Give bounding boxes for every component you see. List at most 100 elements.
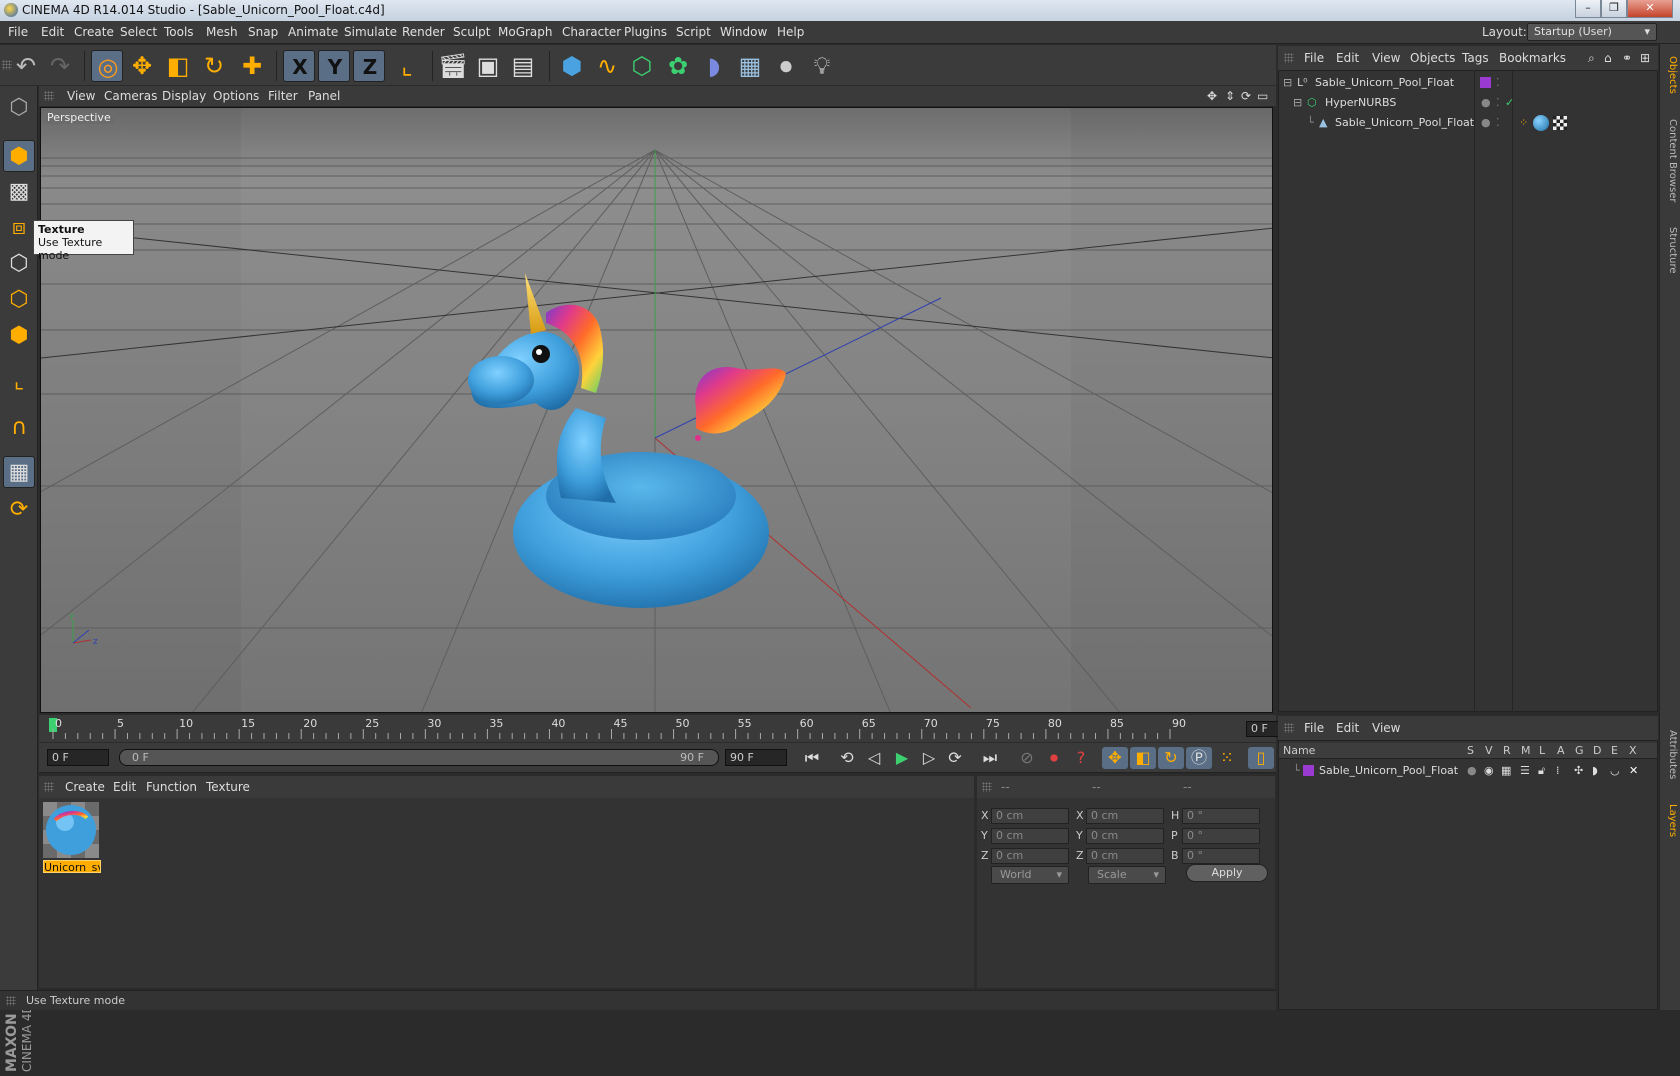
render-picture-viewer-button[interactable]: ▣ — [472, 50, 504, 82]
x-axis-lock-button[interactable]: X — [283, 50, 315, 82]
record-keys-button[interactable]: ⊘ — [1014, 747, 1040, 769]
solo-dot-icon[interactable]: ● — [1467, 764, 1477, 777]
manager-icon[interactable]: ☰ — [1520, 764, 1530, 777]
viewport-menu-display[interactable]: Display — [162, 89, 206, 103]
rotation-h-field[interactable]: 0 ° — [1182, 808, 1260, 824]
generator-icon[interactable]: ✣ — [1574, 764, 1583, 777]
render-icon[interactable]: ▦ — [1501, 764, 1511, 777]
minimize-button[interactable]: – — [1575, 0, 1601, 18]
material-menu-create[interactable]: Create — [65, 780, 105, 794]
visibility-dots-icon[interactable]: ⁚ — [1496, 116, 1500, 129]
key-rotation-button[interactable]: ↻ — [1158, 747, 1184, 769]
viewport-menu-options[interactable]: Options — [213, 89, 259, 103]
coordinate-space-dropdown[interactable]: World ▾ — [991, 866, 1069, 884]
scale-tool-button[interactable]: ◧ — [162, 50, 194, 82]
viewport-move-icon[interactable]: ✥ — [1207, 89, 1217, 103]
tree-collapse-icon[interactable]: ⊟ — [1293, 96, 1302, 109]
search-icon[interactable]: ⌕ — [1588, 51, 1595, 66]
layer-row[interactable]: └ Sable_Unicorn_Pool_Float ● ◉ ▦ ☰ 🔓︎ ⁞ … — [1279, 761, 1657, 781]
layout-dropdown[interactable]: Startup (User) ▾ — [1527, 23, 1657, 41]
go-to-start-button[interactable]: ⏮ — [799, 747, 825, 769]
menu-mesh[interactable]: Mesh — [206, 25, 238, 39]
layer-col-solo[interactable]: S — [1467, 744, 1474, 757]
tab-attributes[interactable]: Attributes — [1662, 720, 1678, 790]
position-z-field[interactable]: 0 cm — [991, 848, 1069, 864]
tab-layers[interactable]: Layers — [1662, 796, 1678, 846]
menu-edit[interactable]: Edit — [41, 25, 64, 39]
layer-col-animation[interactable]: A — [1557, 744, 1565, 757]
key-position-button[interactable]: ✥ — [1102, 747, 1128, 769]
menu-script[interactable]: Script — [676, 25, 711, 39]
light-button[interactable]: 💡︎ — [806, 50, 838, 82]
cube-button[interactable]: ⬢ — [556, 50, 588, 82]
object-menu-objects[interactable]: Objects — [1410, 51, 1455, 65]
material-tag-icon[interactable] — [1533, 115, 1549, 131]
size-y-field[interactable]: 0 cm — [1086, 828, 1164, 844]
menu-sculpt[interactable]: Sculpt — [453, 25, 490, 39]
menu-simulate[interactable]: Simulate — [344, 25, 397, 39]
layer-color-swatch[interactable] — [1303, 765, 1314, 776]
viewport-menu-panel[interactable]: Panel — [308, 89, 340, 103]
array-button[interactable]: ✿ — [662, 50, 694, 82]
keyframe-selection-button[interactable]: ? — [1068, 747, 1094, 769]
material-swatch[interactable]: Unicorn_sv — [43, 802, 101, 873]
previous-keyframe-button[interactable]: ⟲ — [834, 747, 860, 769]
menu-tools[interactable]: Tools — [164, 25, 194, 39]
layer-col-deformers[interactable]: D — [1593, 744, 1601, 757]
object-menu-view[interactable]: View — [1372, 51, 1400, 65]
size-mode-dropdown[interactable]: Scale ▾ — [1088, 866, 1166, 884]
floor-button[interactable]: ▦ — [734, 50, 766, 82]
model-mode-button[interactable]: ⬢ — [3, 140, 35, 172]
viewport-menu-cameras[interactable]: Cameras — [104, 89, 157, 103]
workplane-button[interactable]: ⌞ — [3, 366, 35, 398]
phong-tag-icon[interactable]: ⁘ — [1519, 116, 1528, 129]
visibility-dots-icon[interactable]: ⁚ — [1496, 76, 1500, 89]
layer-menu-file[interactable]: File — [1304, 721, 1324, 735]
y-axis-lock-button[interactable]: Y — [318, 50, 350, 82]
polygons-mode-button[interactable]: ⬢ — [3, 320, 35, 352]
frame-range-slider[interactable]: 0 F 90 F — [119, 749, 719, 766]
object-menu-edit[interactable]: Edit — [1336, 51, 1359, 65]
menu-plugins[interactable]: Plugins — [624, 25, 667, 39]
layer-col-generators[interactable]: G — [1575, 744, 1584, 757]
menu-mograph[interactable]: MoGraph — [498, 25, 553, 39]
camera-button[interactable]: ⏺ — [770, 50, 802, 82]
rotation-b-field[interactable]: 0 ° — [1182, 848, 1260, 864]
undo-button[interactable]: ↶ — [10, 50, 42, 82]
menu-render[interactable]: Render — [402, 25, 445, 39]
material-menu-edit[interactable]: Edit — [113, 780, 136, 794]
object-row[interactable]: ⊟ ⬡ HyperNURBS ● ⁚ ✓ — [1279, 93, 1657, 113]
live-selection-button[interactable]: ◎ — [91, 50, 123, 82]
home-icon[interactable]: ⌂ — [1604, 51, 1612, 65]
deformer-icon[interactable]: ◗ — [1592, 764, 1598, 777]
visibility-dot-icon[interactable]: ● — [1481, 116, 1491, 129]
enabled-check-icon[interactable]: ✓ — [1505, 96, 1514, 109]
close-button[interactable]: ✕ — [1627, 0, 1673, 18]
timeline-ruler[interactable]: 0 5 10 15 20 25 30 35 40 45 50 55 60 65 70 75 80 85 90 0 F — [39, 715, 1312, 742]
menu-character[interactable]: Character — [562, 25, 621, 39]
material-menu-texture[interactable]: Texture — [206, 780, 250, 794]
tree-collapse-icon[interactable]: ⊟ — [1283, 76, 1292, 89]
layer-col-locked[interactable]: L — [1539, 744, 1545, 757]
deformer-button[interactable]: ◗ — [698, 50, 730, 82]
new-window-icon[interactable]: ⊞ — [1640, 51, 1650, 65]
texture-checker-button[interactable]: ▩ — [3, 176, 35, 208]
visibility-dot-icon[interactable]: ● — [1481, 96, 1491, 109]
go-to-end-button[interactable]: ⏭ — [977, 747, 1003, 769]
object-row[interactable]: └ ▲ Sable_Unicorn_Pool_Float ● ⁚ ⁘ — [1279, 113, 1657, 133]
layer-col-name[interactable]: Name — [1283, 744, 1315, 757]
layer-col-render[interactable]: R — [1503, 744, 1511, 757]
object-row[interactable]: ⊟ L⁰ Sable_Unicorn_Pool_Float ⁚ — [1279, 73, 1657, 93]
timeline-window-button[interactable]: ▯ — [1248, 747, 1274, 769]
tab-objects[interactable]: Objects — [1662, 50, 1678, 100]
previous-frame-button[interactable]: ◁ — [861, 747, 887, 769]
layer-col-xref[interactable]: X — [1629, 744, 1637, 757]
planar-workplane-button[interactable]: ⟳ — [3, 494, 35, 526]
layer-col-manager[interactable]: M — [1521, 744, 1531, 757]
texture-tag-icon[interactable] — [1553, 116, 1567, 130]
start-frame-field[interactable]: 0 F — [47, 749, 109, 766]
position-y-field[interactable]: 0 cm — [991, 828, 1069, 844]
eye-icon[interactable]: ◉ — [1484, 764, 1494, 777]
menu-animate[interactable]: Animate — [288, 25, 338, 39]
tab-content-browser[interactable]: Content Browser — [1662, 106, 1678, 216]
